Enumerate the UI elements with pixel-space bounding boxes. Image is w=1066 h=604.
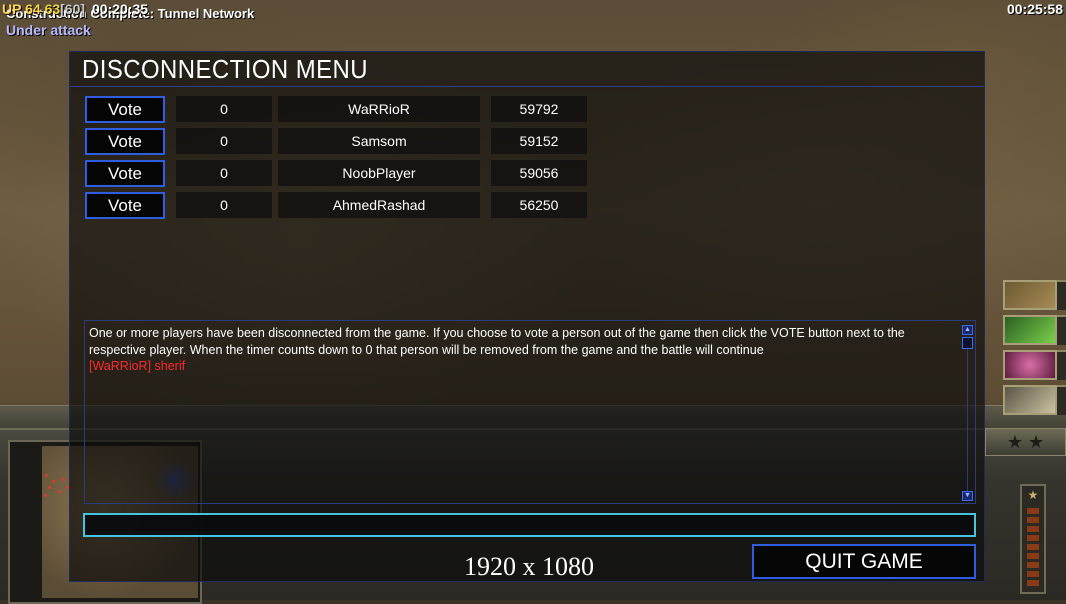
power-segment: [1027, 517, 1039, 523]
rank-stars-icon: ★ ★: [985, 428, 1066, 456]
fps-average: 63: [44, 1, 61, 17]
quit-game-button[interactable]: QUIT GAME: [752, 544, 976, 579]
scroll-down-arrow-icon[interactable]: ▼: [962, 491, 973, 501]
dialog-title: DISCONNECTION MENU: [82, 54, 369, 84]
player-timer: 59152: [491, 128, 587, 154]
build-tab-slot: [1057, 385, 1066, 415]
build-tab-toxin-icon[interactable]: [1003, 350, 1057, 380]
power-segment: [1027, 580, 1039, 586]
player-name: NoobPlayer: [278, 160, 480, 186]
vote-button[interactable]: Vote: [85, 128, 165, 155]
game-timer: 00:20:35: [92, 1, 149, 17]
chat-log[interactable]: One or more players have been disconnect…: [84, 320, 976, 504]
resolution-label: 1920 x 1080: [464, 552, 594, 581]
build-tab-slot: [1057, 350, 1066, 380]
build-tab-structure-icon[interactable]: [1003, 280, 1057, 310]
minimap-enemy-dot: [58, 490, 61, 493]
vote-button[interactable]: Vote: [85, 192, 165, 219]
player-timer: 59056: [491, 160, 587, 186]
chat-message: [WaRRioR] sherif: [89, 359, 186, 373]
power-segment: [1027, 535, 1039, 541]
fps-counter: UP 64 63[60]: [2, 1, 85, 17]
real-time-clock: 00:25:58: [1006, 1, 1063, 17]
general-star-icon: ★: [1027, 488, 1039, 502]
build-tab-unit-icon[interactable]: [1003, 315, 1057, 345]
fps-value: 64: [25, 1, 41, 17]
player-vote-count: 0: [176, 96, 272, 122]
vote-button[interactable]: Vote: [85, 160, 165, 187]
build-tab-infantry-icon[interactable]: [1003, 385, 1057, 415]
disconnect-info-text: One or more players have been disconnect…: [89, 326, 905, 357]
player-name: WaRRioR: [278, 96, 480, 122]
minimap-enemy-dot: [62, 478, 65, 481]
title-divider: [70, 86, 984, 87]
power-segment: [1027, 571, 1039, 577]
disconnection-dialog: DISCONNECTION MENU Vote 0 WaRRioR 59792 …: [69, 51, 985, 582]
power-segment: [1027, 562, 1039, 568]
power-segment: [1027, 544, 1039, 550]
chat-input[interactable]: [83, 513, 976, 537]
player-name: Samsom: [278, 128, 480, 154]
vote-button[interactable]: Vote: [85, 96, 165, 123]
player-vote-count: 0: [176, 128, 272, 154]
player-timer: 59792: [491, 96, 587, 122]
build-tab-slot: [1057, 280, 1066, 310]
minimap-enemy-dot: [45, 474, 48, 477]
scroll-up-arrow-icon[interactable]: ▲: [962, 325, 973, 335]
player-timer: 56250: [491, 192, 587, 218]
minimap-enemy-dot: [48, 486, 51, 489]
fps-cap: [60]: [60, 1, 86, 17]
player-vote-count: 0: [176, 192, 272, 218]
minimap-enemy-dot: [52, 480, 55, 483]
under-attack-alert: Under attack: [6, 22, 91, 38]
power-segment: [1027, 526, 1039, 532]
power-meter: ★: [1020, 484, 1046, 594]
power-segment: [1027, 553, 1039, 559]
scrollbar-track[interactable]: [967, 349, 968, 491]
player-vote-count: 0: [176, 160, 272, 186]
scrollbar-thumb[interactable]: [962, 337, 973, 349]
minimap-enemy-dot: [44, 494, 47, 497]
build-tab-slot: [1057, 315, 1066, 345]
power-segment: [1027, 508, 1039, 514]
chat-content: One or more players have been disconnect…: [89, 325, 961, 375]
player-name: AhmedRashad: [278, 192, 480, 218]
fps-prefix: UP: [2, 1, 22, 17]
